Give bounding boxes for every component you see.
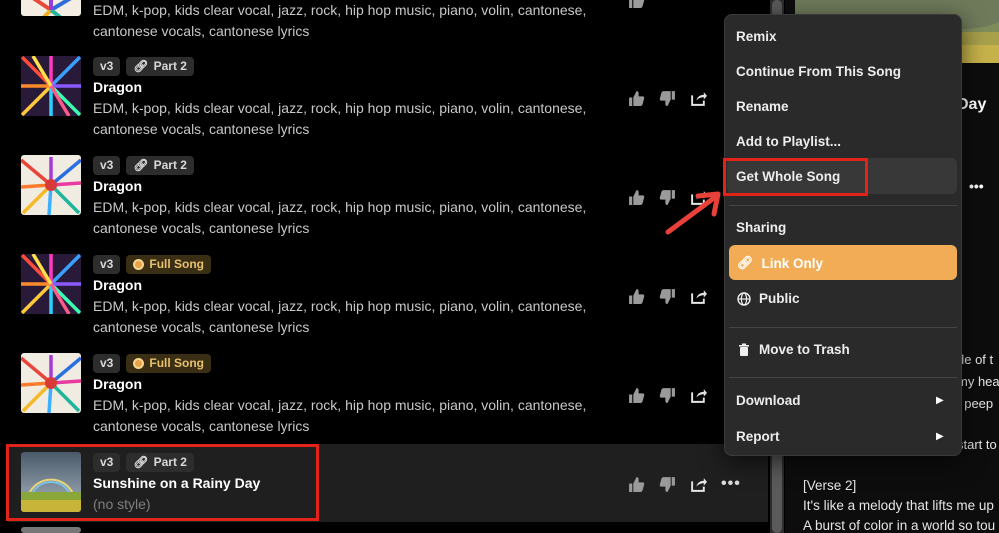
globe-icon: [737, 291, 751, 306]
song-actions: [628, 387, 707, 404]
song-cover-image[interactable]: [21, 155, 81, 215]
thumbs-up-icon[interactable]: [628, 90, 645, 107]
song-style: EDM, k-pop, kids clear vocal, jazz, rock…: [93, 298, 587, 335]
song-tags: v3 🔗︎ Part 2: [93, 156, 194, 176]
more-options-button[interactable]: •••: [721, 475, 741, 493]
chevron-right-icon: ▶: [936, 431, 944, 442]
song-tags: v3 🔗︎ Part 2: [93, 57, 194, 77]
part-badge: 🔗︎ Part 2: [126, 156, 194, 175]
version-badge: v3: [93, 354, 121, 373]
song-style: EDM, k-pop, kids clear vocal, jazz, rock…: [93, 100, 587, 137]
song-row[interactable]: v3 🔗︎ Part 2 Dragon EDM, k-pop, kids clea…: [8, 155, 768, 247]
link-icon: 🔗︎: [133, 158, 149, 172]
thumbs-down-icon[interactable]: [659, 90, 676, 107]
song-row[interactable]: v3 Full Song Dragon EDM, k-pop, kids cle…: [8, 353, 768, 445]
share-icon[interactable]: [690, 288, 707, 305]
full-song-icon: [133, 358, 145, 369]
song-style: EDM, k-pop, kids clear vocal, jazz, rock…: [93, 199, 587, 236]
song-cover-image[interactable]: [21, 527, 81, 533]
song-cover-image[interactable]: [21, 0, 81, 16]
song-actions: [628, 0, 645, 9]
menu-item-download[interactable]: Download ▶: [736, 393, 944, 408]
song-title[interactable]: Dragon: [93, 277, 142, 293]
share-icon[interactable]: [690, 387, 707, 404]
lyric-line: start to: [957, 437, 997, 452]
lyrics-verse: [Verse 2] It's like a melody that lifts …: [803, 478, 996, 533]
menu-item-continue-from-song[interactable]: Continue From This Song: [736, 64, 901, 79]
thumbs-up-icon[interactable]: [628, 387, 645, 404]
menu-item-remix[interactable]: Remix: [736, 29, 777, 44]
version-badge: v3: [93, 57, 121, 76]
song-tags: v3 Full Song: [93, 255, 212, 275]
trash-icon: [737, 343, 751, 357]
song-cover-image[interactable]: [21, 56, 81, 116]
full-song-icon: [133, 259, 145, 270]
lyric-line: de of t: [957, 352, 994, 367]
annotation-highlight-menu-item: [723, 158, 868, 196]
menu-divider: [729, 205, 957, 206]
song-row[interactable]: v3 Full Song Dragon EDM, k-pop, kids cle…: [8, 254, 768, 346]
menu-divider: [729, 327, 957, 328]
song-style: EDM, k-pop, kids clear vocal, jazz, rock…: [93, 2, 587, 39]
song-title[interactable]: Dragon: [93, 376, 142, 392]
song-tags: v3 Full Song: [93, 354, 212, 374]
link-icon: 🔗︎: [737, 255, 754, 270]
detail-more-button[interactable]: •••: [969, 178, 984, 194]
song-title[interactable]: Dragon: [93, 79, 142, 95]
version-badge: v3: [93, 156, 121, 175]
menu-item-add-to-playlist[interactable]: Add to Playlist...: [736, 134, 841, 149]
menu-divider: [729, 377, 957, 378]
menu-item-link-only[interactable]: 🔗︎ Link Only: [737, 255, 823, 271]
thumbs-down-icon[interactable]: [659, 476, 676, 493]
thumbs-down-icon[interactable]: [659, 387, 676, 404]
full-song-badge: Full Song: [126, 354, 212, 373]
menu-item-rename[interactable]: Rename: [736, 99, 789, 114]
thumbs-up-icon[interactable]: [628, 476, 645, 493]
link-icon: 🔗︎: [133, 59, 149, 73]
full-song-badge: Full Song: [126, 255, 212, 274]
share-icon[interactable]: [690, 476, 707, 493]
version-badge: v3: [93, 255, 121, 274]
part-badge: 🔗︎ Part 2: [126, 57, 194, 76]
lyric-line: my hea: [957, 374, 999, 389]
menu-item-move-to-trash[interactable]: Move to Trash: [737, 342, 850, 357]
song-style: EDM, k-pop, kids clear vocal, jazz, rock…: [93, 397, 587, 434]
song-cover-image[interactable]: [21, 353, 81, 413]
song-context-menu: Remix Continue From This Song Rename Add…: [724, 14, 962, 456]
share-icon[interactable]: [690, 90, 707, 107]
thumbs-up-icon[interactable]: [628, 189, 645, 206]
song-actions: [628, 288, 707, 305]
menu-item-report[interactable]: Report ▶: [736, 429, 944, 444]
thumbs-up-icon[interactable]: [628, 0, 645, 9]
song-cover-image[interactable]: [21, 254, 81, 314]
annotation-arrow-icon: [665, 191, 721, 235]
thumbs-down-icon[interactable]: [659, 288, 676, 305]
menu-item-public[interactable]: Public: [737, 291, 800, 306]
menu-section-sharing: Sharing: [736, 220, 787, 235]
thumbs-up-icon[interactable]: [628, 288, 645, 305]
song-row[interactable]: [8, 527, 768, 533]
song-actions: •••: [628, 475, 741, 493]
annotation-highlight-row: [6, 444, 319, 521]
chevron-right-icon: ▶: [936, 395, 944, 406]
song-actions: [628, 90, 707, 107]
song-row[interactable]: v3 🔗︎ Part 2 Dragon EDM, k-pop, kids clea…: [8, 56, 768, 148]
song-title[interactable]: Dragon: [93, 178, 142, 194]
lyric-line: t peep: [957, 396, 994, 411]
